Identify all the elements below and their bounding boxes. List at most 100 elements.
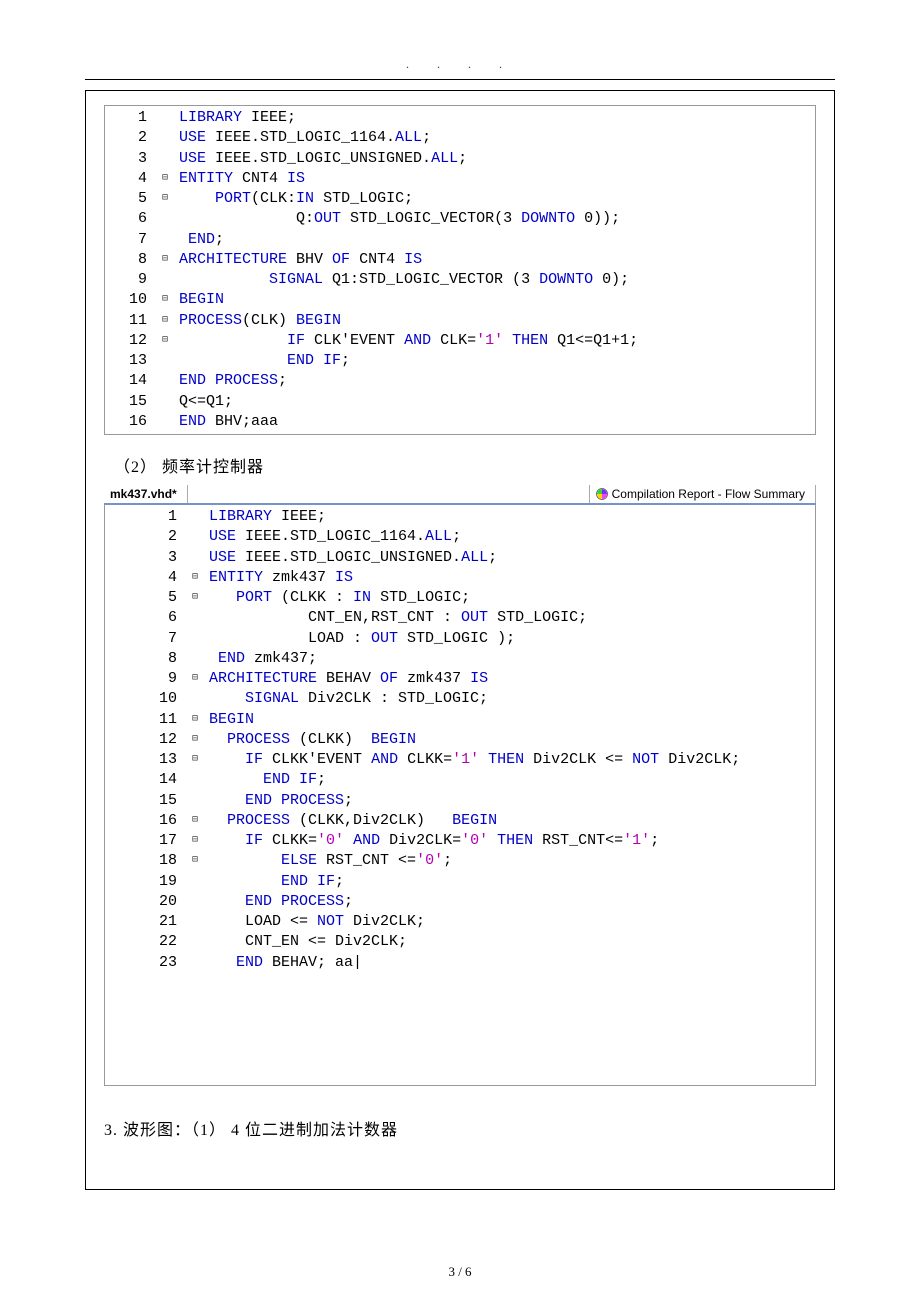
code-line: 4⊟ENTITY zmk437 IS bbox=[135, 568, 815, 588]
fold-marker-icon[interactable]: ⊟ bbox=[157, 290, 173, 310]
line-number: 14 bbox=[135, 770, 187, 790]
code-text: PORT (CLKK : IN STD_LOGIC; bbox=[203, 588, 470, 608]
line-number: 5 bbox=[135, 588, 187, 608]
code-text: IF CLKK='0' AND Div2CLK='0' THEN RST_CNT… bbox=[203, 831, 659, 851]
fold-marker-icon[interactable]: ⊟ bbox=[157, 189, 173, 209]
code-line: 18⊟ ELSE RST_CNT <='0'; bbox=[135, 851, 815, 871]
code-text: CNT_EN <= Div2CLK; bbox=[203, 932, 407, 952]
fold-marker-icon[interactable]: ⊟ bbox=[157, 250, 173, 270]
document-page: · · · · 1LIBRARY IEEE;2USE IEEE.STD_LOGI… bbox=[0, 0, 920, 1302]
code-line: 1LIBRARY IEEE; bbox=[135, 507, 815, 527]
fold-marker-icon[interactable]: ⊟ bbox=[187, 750, 203, 770]
line-number: 9 bbox=[105, 270, 157, 290]
line-number: 7 bbox=[135, 629, 187, 649]
code-text: END BHV;aaa bbox=[173, 412, 278, 432]
code-line: 10 SIGNAL Div2CLK : STD_LOGIC; bbox=[135, 689, 815, 709]
code-text: BEGIN bbox=[203, 710, 254, 730]
code-text: BEGIN bbox=[173, 290, 224, 310]
code-line: 23 END BEHAV; aa| bbox=[135, 953, 815, 973]
code-line: 11⊟PROCESS(CLK) BEGIN bbox=[105, 311, 815, 331]
code-text: SIGNAL Div2CLK : STD_LOGIC; bbox=[203, 689, 488, 709]
line-number: 13 bbox=[105, 351, 157, 371]
code-text: Q<=Q1; bbox=[173, 392, 233, 412]
code-line: 4⊟ENTITY CNT4 IS bbox=[105, 169, 815, 189]
fold-marker-icon[interactable]: ⊟ bbox=[157, 331, 173, 351]
line-number: 1 bbox=[105, 108, 157, 128]
line-number: 19 bbox=[135, 872, 187, 892]
code-text: ENTITY zmk437 IS bbox=[203, 568, 353, 588]
code-text: ARCHITECTURE BHV OF CNT4 IS bbox=[173, 250, 422, 270]
fold-marker-icon[interactable]: ⊟ bbox=[187, 851, 203, 871]
code-text: END PROCESS; bbox=[203, 892, 353, 912]
code-line: 20 END PROCESS; bbox=[135, 892, 815, 912]
code-text: SIGNAL Q1:STD_LOGIC_VECTOR (3 DOWNTO 0); bbox=[173, 270, 629, 290]
code-text: IF CLKK'EVENT AND CLKK='1' THEN Div2CLK … bbox=[203, 750, 740, 770]
code-text: PORT(CLK:IN STD_LOGIC; bbox=[173, 189, 413, 209]
line-number: 15 bbox=[105, 392, 157, 412]
fold-marker-icon[interactable]: ⊟ bbox=[187, 588, 203, 608]
code-line: 9⊟ARCHITECTURE BEHAV OF zmk437 IS bbox=[135, 669, 815, 689]
line-number: 8 bbox=[105, 250, 157, 270]
section-3-heading: 3. 波形图：（1） 4 位二进制加法计数器 bbox=[104, 1116, 816, 1140]
header-dots: · · · · bbox=[85, 60, 835, 75]
fold-marker-icon[interactable]: ⊟ bbox=[187, 730, 203, 750]
line-number: 12 bbox=[135, 730, 187, 750]
fold-marker-icon[interactable]: ⊟ bbox=[187, 568, 203, 588]
fold-marker-icon[interactable]: ⊟ bbox=[187, 831, 203, 851]
code-text: END IF; bbox=[173, 351, 350, 371]
code-text: END IF; bbox=[203, 770, 326, 790]
code-text: ELSE RST_CNT <='0'; bbox=[203, 851, 452, 871]
code-text: END BEHAV; aa| bbox=[203, 953, 362, 973]
line-number: 12 bbox=[105, 331, 157, 351]
code-text: IF CLK'EVENT AND CLK='1' THEN Q1<=Q1+1; bbox=[173, 331, 638, 351]
line-number: 7 bbox=[105, 230, 157, 250]
line-number: 13 bbox=[135, 750, 187, 770]
code-line: 6 Q:OUT STD_LOGIC_VECTOR(3 DOWNTO 0)); bbox=[105, 209, 815, 229]
line-number: 4 bbox=[105, 169, 157, 189]
page-number: 3 / 6 bbox=[0, 1264, 920, 1280]
fold-marker-icon[interactable]: ⊟ bbox=[187, 669, 203, 689]
fold-marker-icon[interactable]: ⊟ bbox=[187, 710, 203, 730]
code-text: USE IEEE.STD_LOGIC_1164.ALL; bbox=[203, 527, 461, 547]
line-number: 5 bbox=[105, 189, 157, 209]
code-text: END IF; bbox=[203, 872, 344, 892]
code-line: 12⊟ PROCESS (CLKK) BEGIN bbox=[135, 730, 815, 750]
fold-marker-icon[interactable]: ⊟ bbox=[157, 169, 173, 189]
code-line: 14 END PROCESS; bbox=[105, 371, 815, 391]
section-2-label: （2） 频率计控制器 bbox=[114, 453, 816, 477]
code-text: LIBRARY IEEE; bbox=[173, 108, 296, 128]
fold-marker-icon[interactable]: ⊟ bbox=[157, 311, 173, 331]
line-number: 9 bbox=[135, 669, 187, 689]
line-number: 21 bbox=[135, 912, 187, 932]
code-body-1: 1 LIBRARY IEEE;2USE IEEE.STD_LOGIC_1164.A… bbox=[105, 106, 815, 434]
code-line: 3USE IEEE.STD_LOGIC_UNSIGNED.ALL; bbox=[105, 149, 815, 169]
code-line: 10⊟BEGIN bbox=[105, 290, 815, 310]
code-line: 21 LOAD <= NOT Div2CLK; bbox=[135, 912, 815, 932]
tab-spacer bbox=[188, 494, 589, 495]
line-number: 6 bbox=[135, 608, 187, 628]
line-number: 22 bbox=[135, 932, 187, 952]
tab-mk437[interactable]: mk437.vhd* bbox=[104, 485, 188, 503]
line-number: 10 bbox=[135, 689, 187, 709]
code-text: END PROCESS; bbox=[173, 371, 287, 391]
fold-marker-icon[interactable]: ⊟ bbox=[187, 811, 203, 831]
line-number: 11 bbox=[105, 311, 157, 331]
code-line: 9 SIGNAL Q1:STD_LOGIC_VECTOR (3 DOWNTO 0… bbox=[105, 270, 815, 290]
code-text: PROCESS (CLKK) BEGIN bbox=[203, 730, 416, 750]
code-line: 3USE IEEE.STD_LOGIC_UNSIGNED.ALL; bbox=[135, 548, 815, 568]
code-line: 16⊟ PROCESS (CLKK,Div2CLK) BEGIN bbox=[135, 811, 815, 831]
code-text: ENTITY CNT4 IS bbox=[173, 169, 305, 189]
line-number: 1 bbox=[135, 507, 187, 527]
code-line: 2USE IEEE.STD_LOGIC_1164.ALL; bbox=[105, 128, 815, 148]
code-line: 5⊟ PORT (CLKK : IN STD_LOGIC; bbox=[135, 588, 815, 608]
code-line: 5⊟ PORT(CLK:IN STD_LOGIC; bbox=[105, 189, 815, 209]
line-number: 16 bbox=[105, 412, 157, 432]
code-text: Q:OUT STD_LOGIC_VECTOR(3 DOWNTO 0)); bbox=[173, 209, 620, 229]
line-number: 8 bbox=[135, 649, 187, 669]
code-text: END zmk437; bbox=[203, 649, 317, 669]
line-number: 14 bbox=[105, 371, 157, 391]
code-text: ARCHITECTURE BEHAV OF zmk437 IS bbox=[203, 669, 488, 689]
code-text: CNT_EN,RST_CNT : OUT STD_LOGIC; bbox=[203, 608, 587, 628]
tab-compilation-report[interactable]: Compilation Report - Flow Summary bbox=[589, 485, 816, 503]
code-line: 22 CNT_EN <= Div2CLK; bbox=[135, 932, 815, 952]
